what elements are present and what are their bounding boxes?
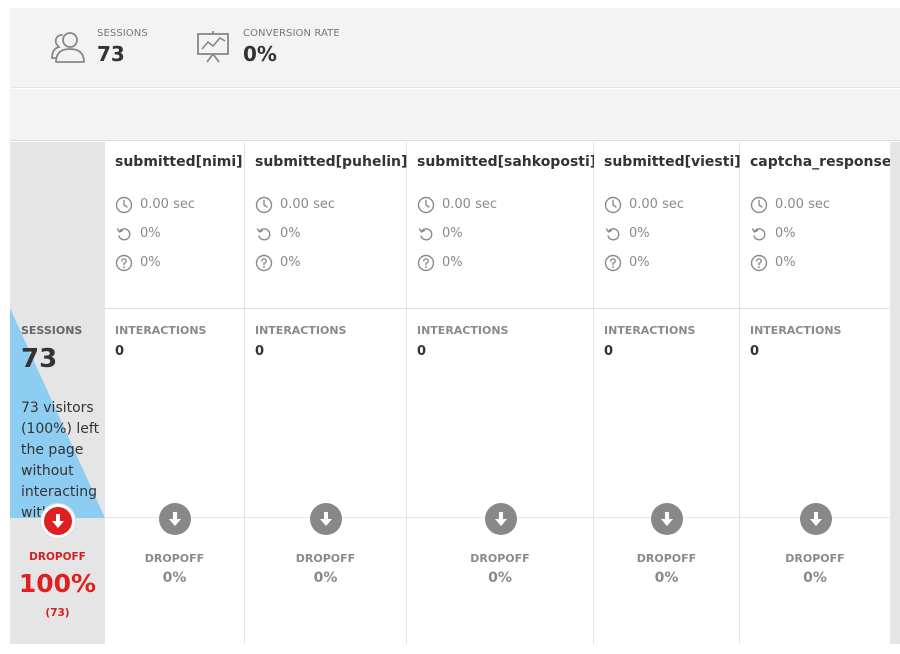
- field-column: submitted[viesti] 0.00 sec 0% 0% INTERAC…: [594, 142, 741, 644]
- dropoff-value: 0%: [488, 570, 512, 586]
- clock-icon: [115, 196, 133, 214]
- refill-value: 0%: [629, 226, 650, 241]
- refresh-icon: [751, 228, 766, 241]
- field-name: captcha_response: [750, 154, 892, 170]
- sessions-value: 73: [97, 42, 125, 66]
- clock-icon: [750, 196, 768, 214]
- refresh-icon: [256, 228, 271, 241]
- conversion-value: 0%: [243, 42, 277, 66]
- dropoff-value: 0%: [162, 570, 187, 586]
- blank-value: 0%: [629, 255, 650, 270]
- dropoff-arrow-icon: [159, 503, 191, 535]
- divider: [407, 308, 593, 309]
- field-column: submitted[nimi] 0.00 sec 0% 0% INTERACTI…: [105, 142, 245, 644]
- clock-icon: [417, 196, 435, 214]
- refill-value: 0%: [140, 226, 161, 241]
- interactions-label: INTERACTIONS: [115, 324, 207, 337]
- dropoff-alert-icon: [41, 504, 75, 538]
- interactions-value: 0: [604, 344, 614, 359]
- interactions-label: INTERACTIONS: [750, 324, 842, 337]
- clock-icon: [255, 196, 273, 214]
- blank-value: 0%: [140, 255, 161, 270]
- blank-value: 0%: [775, 255, 796, 270]
- time-value: 0.00 sec: [442, 197, 497, 212]
- refill-value: 0%: [280, 226, 301, 241]
- left-dropoff-percent: 100%: [18, 569, 97, 598]
- blank-value: 0%: [442, 255, 463, 270]
- field-column: submitted[sahkoposti] 0.00 sec 0% 0% INT…: [407, 142, 597, 644]
- summary-column: SESSIONS 73 73 visitors (100%) left the …: [10, 142, 105, 644]
- summary-bar: SESSIONS 73 CONVERSION RATE 0%: [10, 8, 900, 88]
- blank-value: 0%: [280, 255, 301, 270]
- field-name: submitted[puhelin]: [255, 154, 408, 170]
- subheader-bar: [10, 89, 900, 141]
- interactions-value: 0: [115, 344, 125, 359]
- field-name: submitted[viesti]: [604, 154, 741, 170]
- refill-value: 0%: [442, 226, 463, 241]
- time-value: 0.00 sec: [629, 197, 684, 212]
- time-value: 0.00 sec: [280, 197, 335, 212]
- sessions-label: SESSIONS: [97, 28, 148, 39]
- users-icon: [51, 32, 85, 63]
- right-edge: [890, 142, 900, 644]
- time-value: 0.00 sec: [140, 197, 195, 212]
- dropoff-arrow-icon: [310, 503, 342, 535]
- field-name: submitted[nimi]: [115, 154, 243, 170]
- dropoff-description: 73 visitors (100%) left the page without…: [21, 400, 100, 520]
- interactions-label: INTERACTIONS: [604, 324, 696, 337]
- dropoff-label: DROPOFF: [636, 552, 697, 565]
- divider: [105, 308, 244, 309]
- divider: [245, 308, 406, 309]
- conversion-label: CONVERSION RATE: [243, 28, 340, 39]
- left-sessions-label: SESSIONS: [21, 324, 83, 337]
- dropoff-value: 0%: [313, 570, 338, 586]
- divider: [740, 308, 890, 309]
- dropoff-value: 0%: [654, 570, 679, 586]
- interactions-value: 0: [750, 344, 760, 359]
- time-value: 0.00 sec: [775, 197, 830, 212]
- dropoff-arrow-icon: [651, 503, 683, 535]
- question-icon: [750, 254, 768, 272]
- dropoff-arrow-icon: [800, 503, 832, 535]
- left-dropoff-count: (73): [45, 607, 70, 619]
- refresh-icon: [418, 228, 433, 241]
- dropoff-label: DROPOFF: [295, 552, 356, 565]
- presentation-chart-icon: [197, 31, 229, 63]
- divider: [594, 308, 739, 309]
- interactions-label: INTERACTIONS: [255, 324, 347, 337]
- dropoff-label: DROPOFF: [470, 552, 530, 565]
- form-funnel: SESSIONS 73 73 visitors (100%) left the …: [10, 142, 900, 644]
- question-icon: [255, 254, 273, 272]
- left-sessions-value: 73: [21, 344, 58, 374]
- interactions-value: 0: [417, 344, 427, 359]
- field-column: submitted[puhelin] 0.00 sec 0% 0% INTERA…: [245, 142, 407, 644]
- question-icon: [115, 254, 133, 272]
- field-column: captcha_response 0.00 sec 0% 0% INTERACT…: [740, 142, 892, 644]
- field-name: submitted[sahkoposti]: [417, 154, 597, 170]
- dropoff-value: 0%: [803, 570, 827, 586]
- question-icon: [417, 254, 435, 272]
- dropoff-arrow-icon: [485, 503, 517, 535]
- clock-icon: [604, 196, 622, 214]
- dropoff-label: DROPOFF: [785, 552, 845, 565]
- left-dropoff-label: DROPOFF: [29, 551, 86, 563]
- question-icon: [604, 254, 622, 272]
- refresh-icon: [605, 228, 620, 241]
- interactions-value: 0: [255, 344, 265, 359]
- refresh-icon: [116, 228, 131, 241]
- dropoff-label: DROPOFF: [144, 552, 205, 565]
- refill-value: 0%: [775, 226, 796, 241]
- field-columns: submitted[nimi] 0.00 sec 0% 0% INTERACTI…: [105, 142, 892, 644]
- interactions-label: INTERACTIONS: [417, 324, 509, 337]
